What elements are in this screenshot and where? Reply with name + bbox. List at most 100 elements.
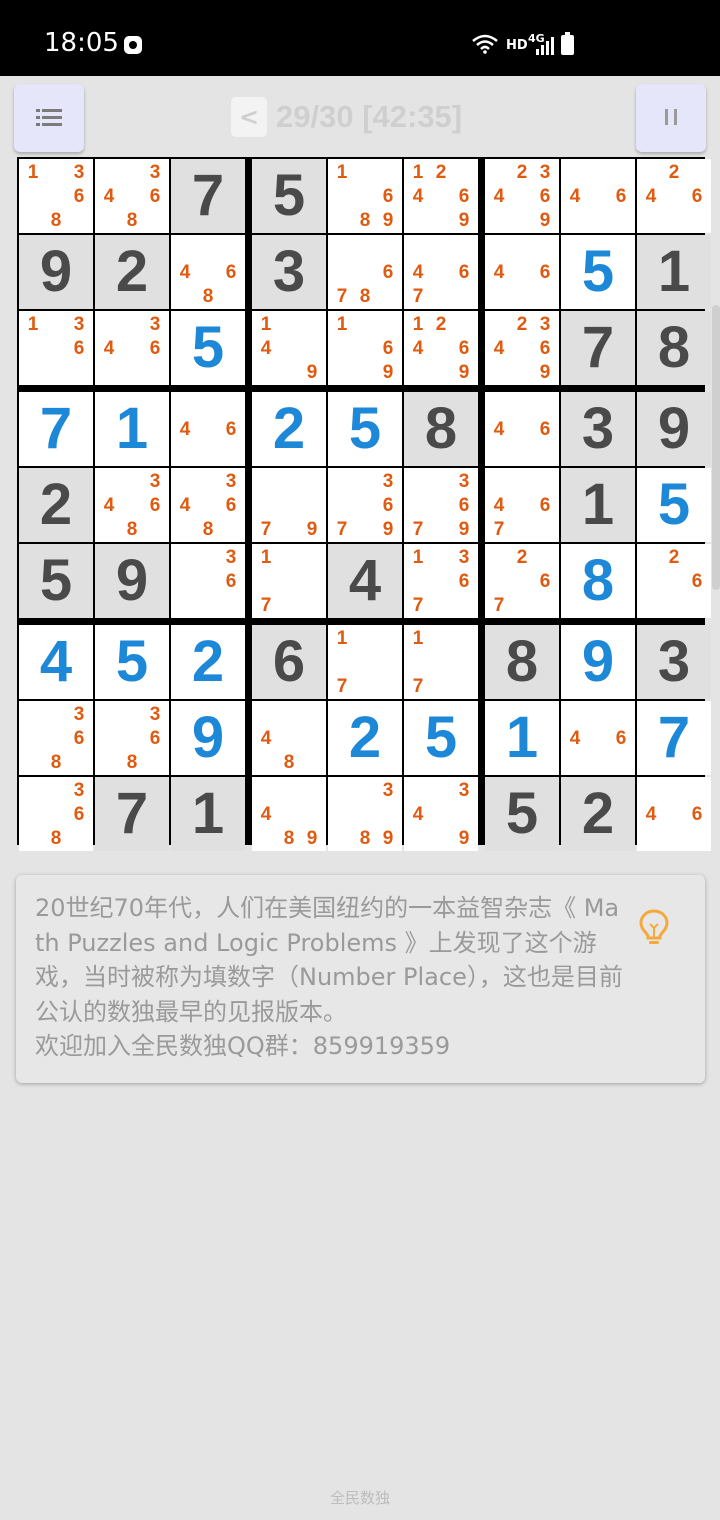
cell-solved[interactable]: 1 <box>95 392 169 466</box>
cell-candidates[interactable]: 4 68 <box>171 235 245 309</box>
cell-candidates[interactable]: 46 <box>171 392 245 466</box>
cell-given[interactable]: 4 <box>328 544 402 618</box>
cell-solved[interactable]: 5 <box>404 701 478 775</box>
cell-candidates[interactable]: 4 6 7 <box>485 468 559 542</box>
cell-solved[interactable]: 2 <box>252 392 326 466</box>
cell-candidates[interactable]: 46 <box>485 392 559 466</box>
cell-given[interactable]: 9 <box>19 235 93 309</box>
cell-given[interactable]: 7 <box>171 159 245 233</box>
candidate-digit: 7 <box>260 595 272 616</box>
cell-candidates[interactable]: 36 <box>171 544 245 618</box>
cell-candidates[interactable]: 3 89 <box>328 777 402 851</box>
candidate-digit: 6 <box>149 186 161 207</box>
cell-candidates[interactable]: 3 6 7 9 <box>328 468 402 542</box>
cell-solved[interactable]: 7 <box>637 701 711 775</box>
cell-given[interactable]: 2 <box>19 468 93 542</box>
cell-digit: 2 <box>581 781 615 846</box>
cell-solved[interactable]: 5 <box>328 392 402 466</box>
cell-given[interactable]: 7 <box>561 311 635 385</box>
cell-given[interactable]: 1 <box>637 235 711 309</box>
cell-solved[interactable]: 5 <box>561 235 635 309</box>
cell-given[interactable]: 3 <box>561 392 635 466</box>
candidate-digit: 3 <box>73 314 85 335</box>
cell-given[interactable]: 3 <box>637 625 711 699</box>
cell-candidates[interactable]: 46 <box>485 235 559 309</box>
cell-solved[interactable]: 1 <box>485 701 559 775</box>
pause-button[interactable] <box>636 84 706 152</box>
candidate-grid: 3 4 9 <box>407 779 475 849</box>
cell-candidates[interactable]: 1 4 9 <box>252 311 326 385</box>
menu-button[interactable] <box>14 84 84 152</box>
cell-candidates[interactable]: 3 68 <box>19 777 93 851</box>
cell-candidates[interactable]: 4 6 7 <box>404 235 478 309</box>
cell-solved[interactable]: 5 <box>171 311 245 385</box>
cell-candidates[interactable]: 46 <box>637 777 711 851</box>
cell-given[interactable]: 2 <box>95 235 169 309</box>
cell-candidates[interactable]: 1 6 9 <box>328 311 402 385</box>
cell-given[interactable]: 5 <box>252 159 326 233</box>
cell-candidates[interactable]: 124 6 9 <box>404 311 478 385</box>
cell-candidates[interactable]: 3 4 9 <box>404 777 478 851</box>
cell-candidates[interactable]: 1 3 68 <box>19 159 93 233</box>
cell-candidates[interactable]: 26 7 <box>485 544 559 618</box>
cell-solved[interactable]: 8 <box>561 544 635 618</box>
cell-given[interactable]: 8 <box>485 625 559 699</box>
cell-candidates[interactable]: 3 4 68 <box>95 159 169 233</box>
cell-candidates[interactable]: 23 4 6 9 <box>485 311 559 385</box>
cell-candidates[interactable]: 3 68 <box>19 701 93 775</box>
cell-candidates[interactable]: 3 4 6 <box>95 311 169 385</box>
cell-given[interactable]: 3 <box>252 235 326 309</box>
cell-digit: 8 <box>581 548 615 613</box>
cell-given[interactable]: 2 <box>561 777 635 851</box>
cell-solved[interactable]: 9 <box>561 625 635 699</box>
cell-given[interactable]: 1 <box>561 468 635 542</box>
cell-solved[interactable]: 5 <box>95 625 169 699</box>
cell-given[interactable]: 5 <box>19 544 93 618</box>
cell-candidates[interactable]: 1 3 6 <box>19 311 93 385</box>
candidate-digit: 9 <box>382 828 394 849</box>
cell-given[interactable]: 9 <box>95 544 169 618</box>
cell-digit: 9 <box>39 239 73 304</box>
cell-candidates[interactable]: 3 4 68 <box>95 468 169 542</box>
candidate-grid: 1 4 9 <box>255 313 323 383</box>
cell-candidates[interactable]: 17 <box>404 625 478 699</box>
cell-candidates[interactable]: 3 4 68 <box>171 468 245 542</box>
cell-solved[interactable]: 9 <box>171 701 245 775</box>
candidate-digit: 9 <box>458 828 470 849</box>
cell-candidates[interactable]: 48 <box>252 701 326 775</box>
cell-given[interactable]: 5 <box>485 777 559 851</box>
cell-candidates[interactable]: 79 <box>252 468 326 542</box>
candidate-digit: 6 <box>539 571 551 592</box>
cell-given[interactable]: 8 <box>404 392 478 466</box>
scrollbar[interactable] <box>712 305 720 590</box>
lightbulb-icon[interactable] <box>638 908 670 948</box>
cell-solved[interactable]: 4 <box>19 625 93 699</box>
cell-candidates[interactable]: 3 6 7 9 <box>404 468 478 542</box>
cell-given[interactable]: 8 <box>637 311 711 385</box>
cell-solved[interactable]: 5 <box>637 468 711 542</box>
cell-solved[interactable]: 2 <box>171 625 245 699</box>
previous-level-button[interactable]: < <box>231 97 267 137</box>
cell-given[interactable]: 1 <box>171 777 245 851</box>
cell-candidates[interactable]: 6 78 <box>328 235 402 309</box>
cell-digit: 5 <box>657 472 691 537</box>
cell-given[interactable]: 6 <box>252 625 326 699</box>
cell-candidates[interactable]: 1689 <box>328 159 402 233</box>
cell-candidates[interactable]: 489 <box>252 777 326 851</box>
candidate-digit: 4 <box>179 419 191 440</box>
cell-candidates[interactable]: 3 68 <box>95 701 169 775</box>
cell-candidates[interactable]: 23 4 6 9 <box>485 159 559 233</box>
cell-candidates[interactable]: 46 <box>561 159 635 233</box>
cell-solved[interactable]: 2 <box>328 701 402 775</box>
cell-candidates[interactable]: 46 <box>561 701 635 775</box>
cell-candidates[interactable]: 24 6 <box>637 159 711 233</box>
cell-candidates[interactable]: 1 3 6 7 <box>404 544 478 618</box>
cell-solved[interactable]: 7 <box>19 392 93 466</box>
cell-given[interactable]: 7 <box>95 777 169 851</box>
cell-candidates[interactable]: 17 <box>252 544 326 618</box>
cell-given[interactable]: 9 <box>637 392 711 466</box>
candidate-digit: 2 <box>516 314 528 335</box>
cell-candidates[interactable]: 26 <box>637 544 711 618</box>
cell-candidates[interactable]: 124 6 9 <box>404 159 478 233</box>
cell-candidates[interactable]: 17 <box>328 625 402 699</box>
